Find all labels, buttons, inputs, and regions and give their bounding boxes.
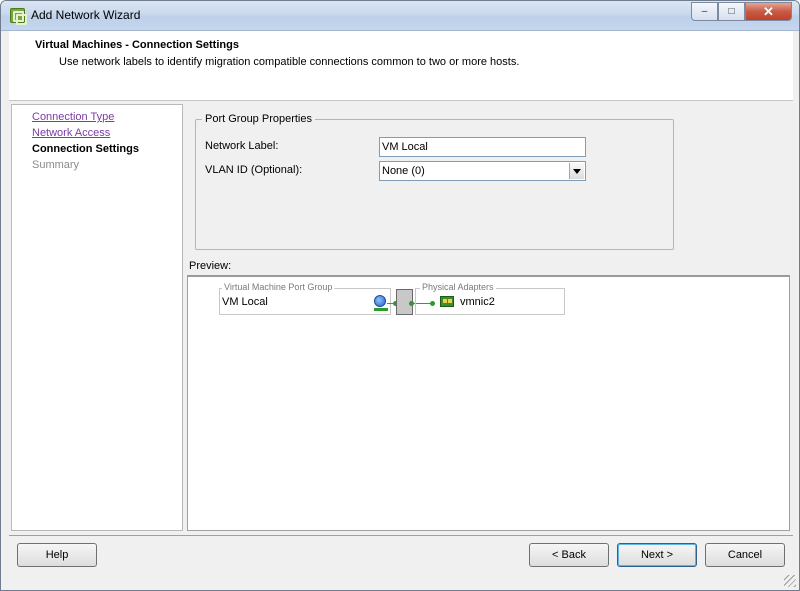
vm-port-group-legend: Virtual Machine Port Group: [222, 282, 335, 292]
wizard-window: Add Network Wizard – □ ✕ Virtual Machine…: [0, 0, 800, 591]
network-label-input[interactable]: [379, 137, 586, 157]
preview-label: Preview:: [189, 260, 232, 272]
virtual-machine-icon-base: [374, 308, 388, 311]
nav-step-summary: Summary: [32, 159, 80, 171]
wizard-body: Connection Type Network Access Connectio…: [9, 102, 793, 532]
connection-dot: [409, 301, 414, 306]
page-description: Use network labels to identify migration…: [59, 56, 520, 68]
nav-step-connection-settings: Connection Settings: [32, 143, 139, 155]
virtual-machine-icon: [374, 295, 386, 307]
vm-port-group-name: VM Local: [222, 296, 268, 308]
window-title: Add Network Wizard: [31, 8, 141, 22]
button-bar-divider: [9, 535, 793, 536]
help-button[interactable]: Help: [17, 543, 97, 567]
title-bar[interactable]: Add Network Wizard – □ ✕: [1, 1, 799, 31]
page-title: Virtual Machines - Connection Settings: [35, 39, 239, 51]
port-group-properties-legend: Port Group Properties: [202, 113, 315, 125]
vlan-id-select[interactable]: None (0): [379, 161, 586, 181]
physical-adapters-legend: Physical Adapters: [420, 282, 496, 292]
network-label-label: Network Label:: [205, 140, 279, 152]
app-icon: [10, 8, 27, 25]
resize-grip-icon[interactable]: [784, 575, 796, 587]
nav-step-network-access[interactable]: Network Access: [32, 127, 110, 139]
physical-adapter-name: vmnic2: [460, 296, 495, 308]
wizard-steps-nav: Connection Type Network Access Connectio…: [11, 104, 183, 531]
maximize-button[interactable]: □: [718, 2, 745, 21]
next-button[interactable]: Next >: [617, 543, 697, 567]
close-button[interactable]: ✕: [745, 2, 792, 21]
minimize-button[interactable]: –: [691, 2, 718, 21]
network-preview-pane: Virtual Machine Port Group VM Local Phys…: [187, 275, 790, 531]
chevron-down-icon[interactable]: [569, 163, 584, 179]
wizard-header: Virtual Machines - Connection Settings U…: [9, 31, 793, 101]
vlan-id-label: VLAN ID (Optional):: [205, 164, 303, 176]
network-adapter-icon: [440, 296, 454, 307]
back-button[interactable]: < Back: [529, 543, 609, 567]
nav-step-connection-type[interactable]: Connection Type: [32, 111, 114, 123]
vlan-id-value: None (0): [382, 165, 425, 177]
cancel-button[interactable]: Cancel: [705, 543, 785, 567]
